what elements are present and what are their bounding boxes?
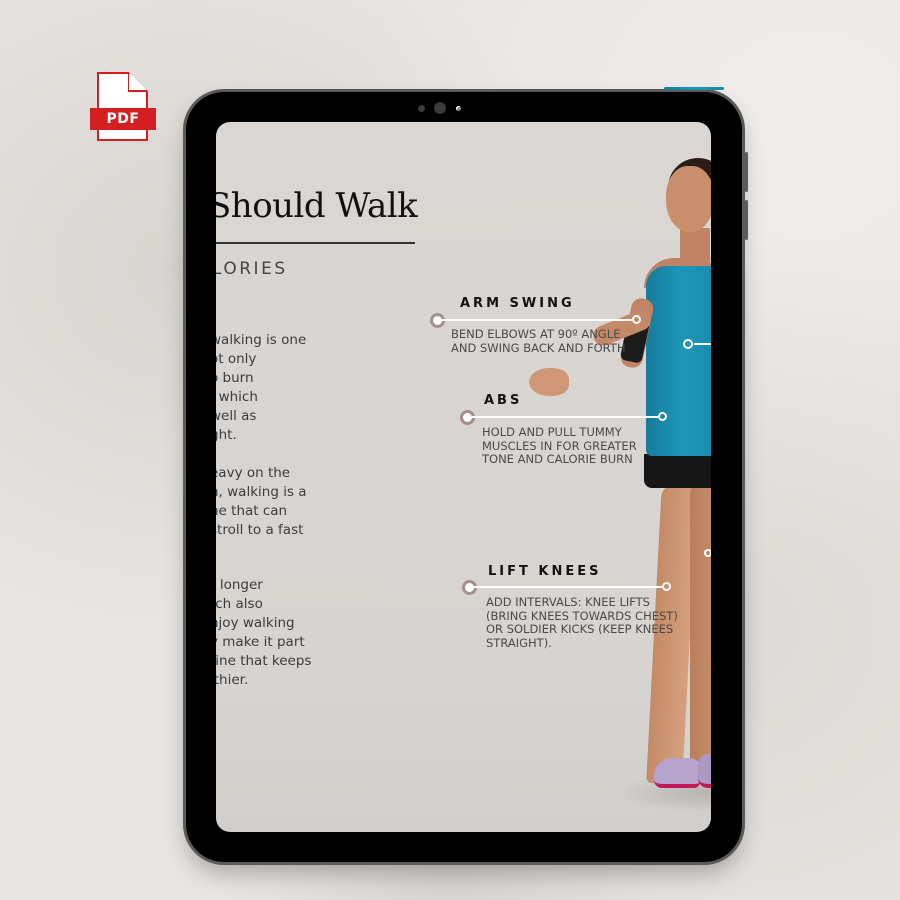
text-line: walking is one [216,332,307,348]
desc-line: MUSCLES IN FOR GREATER [482,438,637,453]
pdf-label: PDF [90,108,156,130]
camera-lens [434,102,446,114]
text-line: y make it part [216,634,305,650]
tablet-device: Should Walk LORIES walking is one ot onl… [186,87,748,862]
paragraph-2: eavy on the n, walking is a ne that can … [216,464,307,540]
desc-line: AND SWING BACK AND FORTH [451,340,626,355]
light-sensor [456,106,461,111]
text-line: lthier. [216,672,249,688]
page-fold [128,72,147,92]
pdf-file-icon: PDF [90,72,156,142]
text-line: ne that can [216,503,288,519]
callout-description: ADD INTERVALS: KNEE LIFTS (BRING KNEES T… [486,595,678,650]
callout-end-icon [662,582,671,591]
front-camera [414,101,474,115]
paragraph-1: walking is one ot only o burn , which we… [216,331,306,445]
sneaker-left [654,758,700,788]
desc-line: OR SOLDIER KICKS (KEEP KNEES [486,622,674,636]
chest-marker-line [694,343,711,345]
hand [529,368,569,396]
thigh-marker-icon [704,549,711,557]
sensor-dot [418,105,425,112]
callout-line [474,586,662,588]
desc-line: TONE AND CALORIE BURN [482,452,633,466]
tablet-screen: Should Walk LORIES walking is one ot onl… [216,122,711,832]
title-divider [216,242,415,244]
callout-end-icon [632,315,641,324]
text-line: rch also [216,596,263,612]
page-subtitle: LORIES [216,259,288,279]
page-title: Should Walk [216,186,418,226]
text-line: o burn [216,370,254,386]
tank-top [646,266,711,456]
power-button [664,87,724,90]
shorts [644,454,711,488]
text-line: ot only [216,351,257,367]
text-line: tine that keeps [216,653,312,669]
text-line: r longer [216,577,263,593]
callout-heading: LIFT KNEES [488,564,602,579]
desc-line: ADD INTERVALS: KNEE LIFTS [486,595,650,609]
callout-description: BEND ELBOWS AT 90º ANGLE AND SWING BACK … [451,327,626,355]
walking-woman-photo [526,158,711,813]
leg-right [690,484,711,784]
callout-end-icon [658,412,667,421]
text-line: well as [216,408,257,424]
volume-down-button [745,200,748,240]
text-line: ght. [216,427,237,443]
callout-heading: ARM SWING [460,296,575,311]
text-line: , which [216,389,258,405]
text-line: njoy walking [216,615,295,631]
chest-marker-icon [683,339,693,349]
desc-line: (BRING KNEES TOWARDS CHEST) [486,608,678,623]
desc-line: HOLD AND PULL TUMMY [482,425,622,439]
text-line: eavy on the [216,465,291,481]
paragraph-3: r longer rch also njoy walking y make it… [216,576,311,690]
text-line: stroll to a fast [216,522,304,538]
text-line: n, walking is a [216,484,307,500]
volume-up-button [745,152,748,192]
sneaker-right [698,754,711,788]
callout-description: HOLD AND PULL TUMMY MUSCLES IN FOR GREAT… [482,425,637,467]
face [666,166,711,232]
callout-line [442,319,632,321]
callout-line [472,416,658,418]
desc-line: STRAIGHT). [486,635,552,650]
desc-line: BEND ELBOWS AT 90º ANGLE [451,327,621,341]
callout-heading: ABS [484,393,523,408]
